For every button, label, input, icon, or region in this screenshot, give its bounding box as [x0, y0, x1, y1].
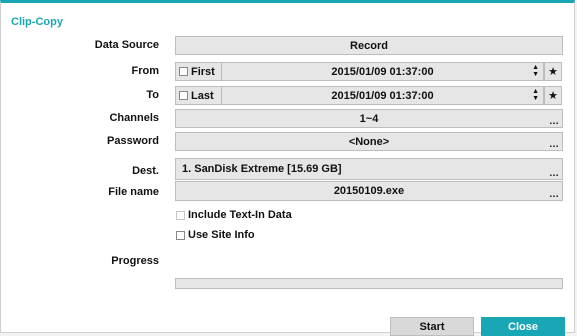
ellipsis-icon: …: [549, 139, 559, 150]
ellipsis-icon: …: [549, 116, 559, 127]
progress-label: Progress: [111, 255, 159, 267]
progress-bar: [175, 278, 563, 289]
channels-field[interactable]: 1~4 …: [175, 109, 563, 128]
from-datetime-value: 2015/01/09 01:37:00: [331, 65, 434, 78]
include-text-in-checkbox[interactable]: Include Text-In Data: [176, 209, 292, 221]
from-first-label: First: [191, 65, 215, 78]
checkbox-icon: [179, 67, 188, 76]
from-first-checkbox[interactable]: First: [175, 62, 222, 81]
to-last-checkbox[interactable]: Last: [175, 86, 222, 105]
ellipsis-icon: …: [549, 189, 559, 200]
channels-value: 1~4: [359, 112, 379, 125]
use-site-info-checkbox[interactable]: Use Site Info: [176, 229, 255, 241]
checkbox-icon: [179, 91, 188, 100]
dest-field[interactable]: 1. SanDisk Extreme [15.69 GB] …: [175, 158, 563, 180]
file-name-value: 20150109.exe: [333, 185, 405, 197]
dialog-title: Clip-Copy: [11, 16, 63, 28]
data-source-value: Record: [350, 39, 388, 52]
close-button[interactable]: Close: [481, 317, 565, 336]
password-label: Password: [107, 135, 159, 147]
to-last-label: Last: [191, 89, 214, 102]
channels-label: Channels: [109, 112, 159, 124]
file-name-field[interactable]: 20150109.exe …: [175, 181, 563, 201]
data-source-field[interactable]: Record: [175, 36, 563, 55]
checkbox-icon: [176, 230, 185, 240]
dest-value: 1. SanDisk Extreme [15.69 GB]: [182, 163, 342, 175]
to-bookmark-button[interactable]: ★: [544, 86, 562, 105]
use-site-info-label: Use Site Info: [188, 229, 255, 241]
star-icon: ★: [548, 66, 558, 78]
clip-copy-dialog: Clip-Copy Data Source Record From First …: [0, 0, 575, 336]
star-icon: ★: [548, 90, 558, 102]
to-datetime-field[interactable]: 2015/01/09 01:37:00 ▲ ▼: [221, 86, 544, 105]
from-datetime-field[interactable]: 2015/01/09 01:37:00 ▲ ▼: [221, 62, 544, 81]
file-name-label: File name: [108, 186, 159, 198]
spinner-icon[interactable]: ▲ ▼: [532, 88, 539, 102]
from-bookmark-button[interactable]: ★: [544, 62, 562, 81]
from-label: From: [131, 65, 160, 77]
include-text-in-label: Include Text-In Data: [188, 209, 292, 221]
spinner-icon[interactable]: ▲ ▼: [532, 64, 539, 78]
to-label: To: [146, 89, 159, 101]
dest-label: Dest.: [132, 165, 159, 177]
checkbox-icon: [176, 210, 185, 220]
password-value: <None>: [348, 135, 390, 148]
to-datetime-value: 2015/01/09 01:37:00: [331, 89, 434, 102]
data-source-label: Data Source: [94, 39, 159, 51]
password-field[interactable]: <None> …: [175, 132, 563, 151]
ellipsis-icon: …: [549, 168, 559, 179]
start-button[interactable]: Start: [390, 317, 474, 336]
